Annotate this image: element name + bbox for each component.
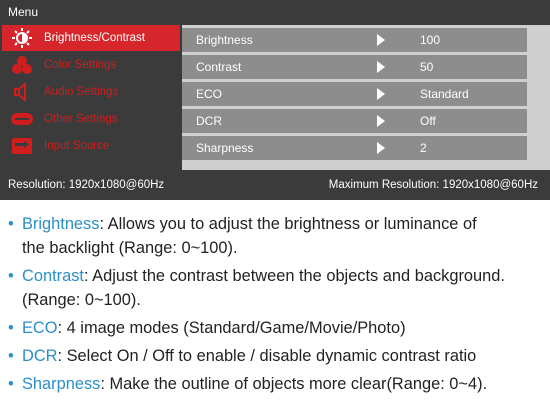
resolution-text: Resolution: 1920x1080@60Hz (8, 179, 165, 191)
submenu-label: Contrast (196, 60, 242, 74)
color-icon (8, 54, 36, 76)
submenu-row-brightness[interactable]: Brightness 100 (182, 28, 527, 52)
submenu-row-eco[interactable]: ECO Standard (182, 82, 527, 106)
bullet-icon: • (8, 267, 14, 285)
list-item: • Contrast: Adjust the contrast between … (8, 264, 548, 312)
arrow-right-icon (377, 115, 385, 127)
arrow-right-icon (377, 34, 385, 46)
menu-item-audio-settings[interactable]: Audio Settings (2, 79, 180, 105)
max-resolution-text: Maximum Resolution: 1920x1080@60Hz (328, 179, 538, 191)
description-text: : Adjust the contrast between the object… (83, 267, 505, 285)
submenu-row-contrast[interactable]: Contrast 50 (182, 55, 527, 79)
submenu-value: 100 (420, 33, 441, 47)
input-icon (8, 135, 36, 157)
term: ECO (22, 319, 58, 337)
submenu-label: Sharpness (196, 141, 254, 155)
description-text: : Allows you to adjust the brightness or… (99, 215, 477, 233)
bullet-icon: • (8, 375, 14, 393)
osd-title: Menu (8, 5, 39, 19)
menu-item-label: Audio Settings (44, 86, 119, 98)
list-item: • DCR: Select On / Off to enable / disab… (8, 344, 548, 368)
brightness-icon (8, 27, 36, 49)
submenu-value: Standard (420, 87, 469, 101)
speaker-icon (8, 81, 36, 103)
description-text-continued: (Range: 0~100). (22, 291, 141, 309)
submenu-row-sharpness[interactable]: Sharpness 2 (182, 136, 527, 160)
submenu-label: DCR (196, 114, 222, 128)
term: DCR (22, 347, 58, 365)
arrow-right-icon (377, 61, 385, 73)
bullet-icon: • (8, 347, 14, 365)
menu-item-label: Other Settings (44, 113, 118, 125)
description-text: : 4 image modes (Standard/Game/Movie/Pho… (57, 319, 406, 337)
description-text-continued: the backlight (Range: 0~100). (22, 239, 238, 257)
description-list: • Brightness: Allows you to adjust the b… (8, 212, 548, 400)
list-item: • Sharpness: Make the outline of objects… (8, 372, 548, 396)
submenu-label: Brightness (196, 33, 253, 47)
submenu-label: ECO (196, 87, 223, 101)
status-bar: Resolution: 1920x1080@60Hz Maximum Resol… (0, 174, 550, 198)
menu-item-label: Brightness/Contrast (44, 32, 145, 44)
menu-item-input-source[interactable]: Input Source (2, 133, 180, 159)
menu-item-color-settings[interactable]: Color Settings (2, 52, 180, 78)
menu-item-label: Color Settings (44, 59, 117, 71)
submenu-value: 50 (420, 60, 434, 74)
arrow-right-icon (377, 142, 385, 154)
description-text: : Select On / Off to enable / disable dy… (57, 347, 477, 365)
osd-submenu: Brightness 100 Contrast 50 ECO Standard … (182, 25, 550, 170)
submenu-value: Off (420, 114, 436, 128)
menu-item-other-settings[interactable]: Other Settings (2, 106, 180, 132)
osd-menu-panel: Menu Brightness/Contrast Color Settings … (0, 0, 550, 200)
arrow-right-icon (377, 88, 385, 100)
list-item: • Brightness: Allows you to adjust the b… (8, 212, 548, 260)
term: Contrast (22, 267, 84, 285)
term: Sharpness (22, 375, 101, 393)
menu-item-label: Input Source (44, 140, 110, 152)
submenu-value: 2 (420, 141, 427, 155)
osd-main-menu: Brightness/Contrast Color Settings Audio… (2, 25, 180, 160)
submenu-row-dcr[interactable]: DCR Off (182, 109, 527, 133)
description-text: : Make the outline of objects more clear… (100, 375, 488, 393)
menu-item-brightness-contrast[interactable]: Brightness/Contrast (2, 25, 180, 51)
bullet-icon: • (8, 319, 14, 337)
term: Brightness (22, 215, 100, 233)
bullet-icon: • (8, 215, 14, 233)
list-item: • ECO: 4 image modes (Standard/Game/Movi… (8, 316, 548, 340)
settings-icon (8, 108, 36, 130)
